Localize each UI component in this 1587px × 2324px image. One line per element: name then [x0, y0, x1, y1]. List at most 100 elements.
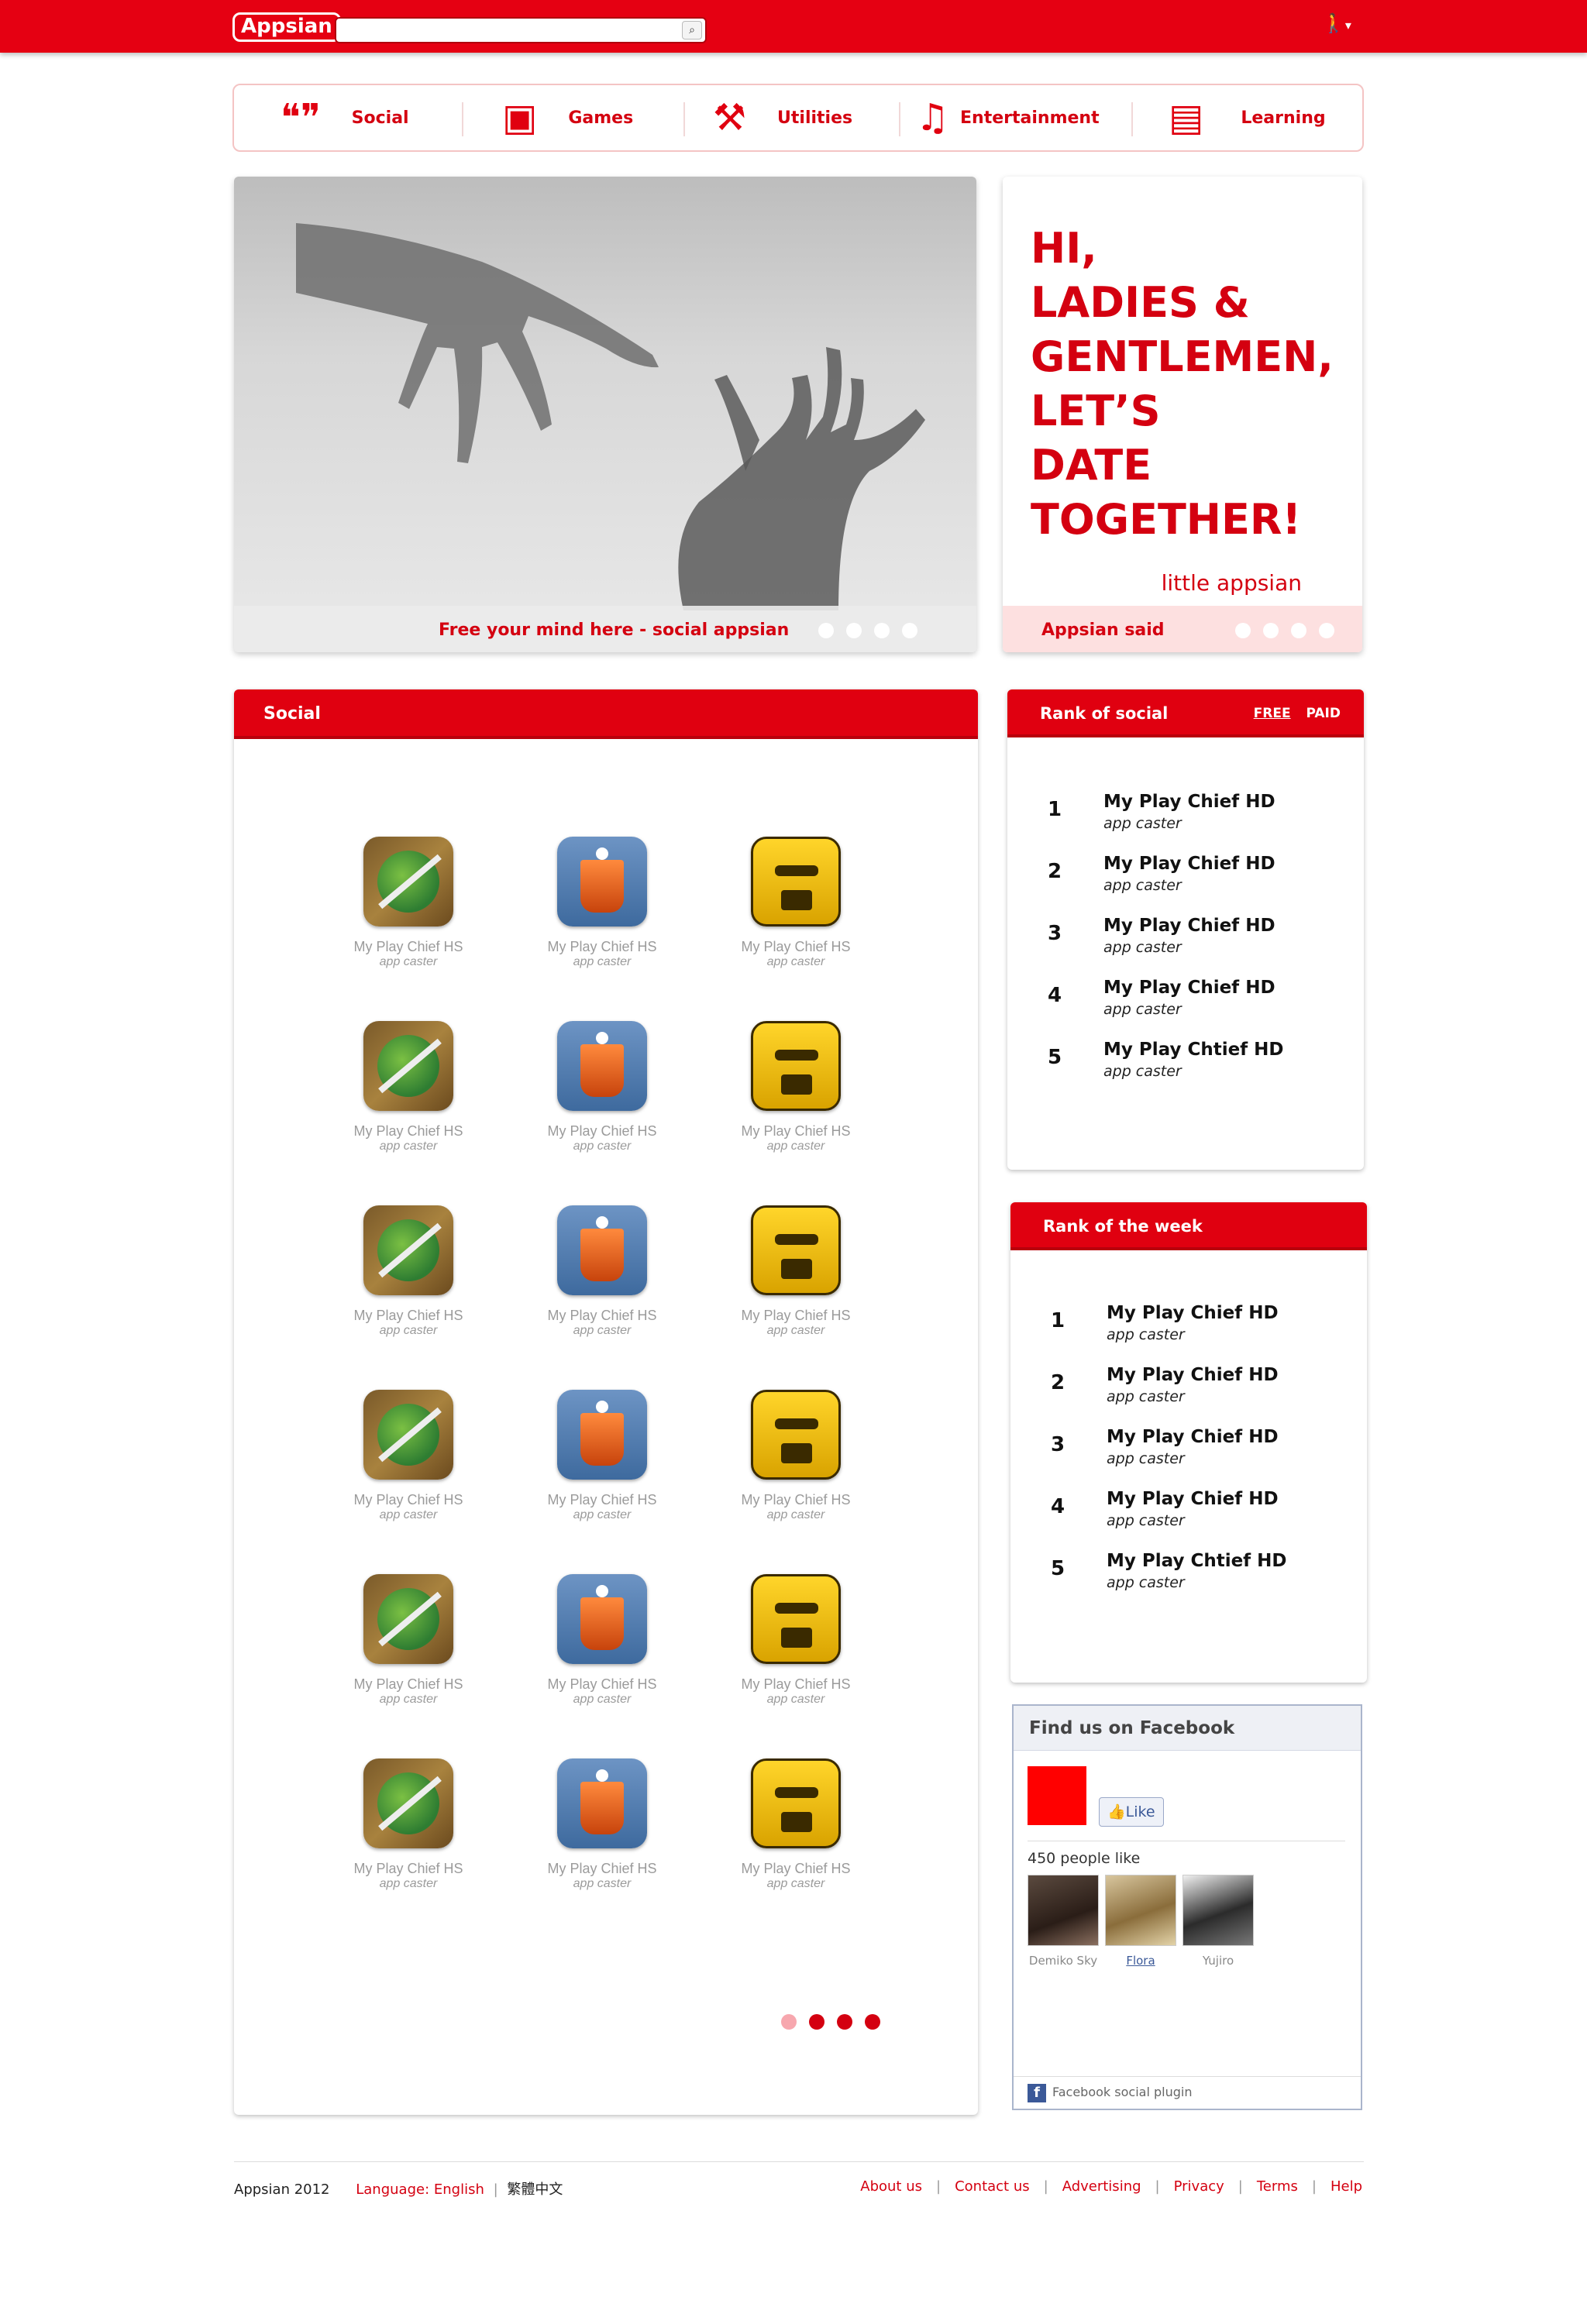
app-tile[interactable]: My Play Chief HS app caster [505, 1574, 699, 1758]
paper-toss-icon[interactable] [557, 1758, 647, 1848]
app-tile[interactable]: My Play Chief HS app caster [699, 1758, 893, 1943]
tab-free[interactable]: FREE [1254, 706, 1291, 721]
rank-item[interactable]: 2 My Play Chief HD app caster [1007, 854, 1364, 916]
slide-dot[interactable] [1235, 623, 1251, 638]
page-dot[interactable] [865, 2014, 880, 2030]
app-name[interactable]: My Play Chief HS [699, 1123, 893, 1140]
fruit-ninja-icon[interactable] [363, 1205, 453, 1295]
app-name[interactable]: My Play Chief HS [312, 1861, 505, 1877]
app-name[interactable]: My Play Chief HS [505, 1123, 699, 1140]
app-name[interactable]: My Play Chief HS [699, 1861, 893, 1877]
tab-paid[interactable]: PAID [1306, 706, 1341, 721]
rank-item[interactable]: 5 My Play Chtief HD app caster [1010, 1551, 1367, 1613]
fruit-ninja-icon[interactable] [363, 1758, 453, 1848]
app-tile[interactable]: My Play Chief HS app caster [312, 1390, 505, 1574]
rank-app-name[interactable]: My Play Chief HD [1107, 1365, 1279, 1385]
category-entertainment[interactable]: ♫ Entertainment [916, 85, 1100, 150]
temple-run-icon[interactable] [751, 1021, 841, 1111]
page-dot[interactable] [837, 2014, 852, 2030]
category-games[interactable]: ▣ Games [502, 85, 633, 150]
fan[interactable]: Flora [1105, 1875, 1176, 1968]
rank-app-name[interactable]: My Play Chief HD [1103, 978, 1275, 998]
search-icon[interactable]: ⌕ [682, 21, 702, 40]
temple-run-icon[interactable] [751, 1758, 841, 1848]
app-name[interactable]: My Play Chief HS [505, 939, 699, 955]
fruit-ninja-icon[interactable] [363, 1574, 453, 1664]
app-tile[interactable]: My Play Chief HS app caster [312, 1758, 505, 1943]
page-dot[interactable] [809, 2014, 824, 2030]
page-dot[interactable] [781, 2014, 797, 2030]
app-tile[interactable]: My Play Chief HS app caster [312, 837, 505, 1021]
app-tile[interactable]: My Play Chief HS app caster [699, 1205, 893, 1390]
rank-item[interactable]: 1 My Play Chief HD app caster [1010, 1303, 1367, 1365]
fan[interactable]: Demiko Sky [1028, 1875, 1099, 1968]
rank-item[interactable]: 4 My Play Chief HD app caster [1010, 1489, 1367, 1551]
app-tile[interactable]: My Play Chief HS app caster [699, 1021, 893, 1205]
appsian-logo[interactable]: Appsian [232, 12, 341, 42]
app-name[interactable]: My Play Chief HS [699, 1308, 893, 1324]
slide-dot[interactable] [1319, 623, 1334, 638]
slide-dot[interactable] [874, 623, 890, 638]
slide-dot[interactable] [846, 623, 862, 638]
app-name[interactable]: My Play Chief HS [699, 1492, 893, 1508]
app-tile[interactable]: My Play Chief HS app caster [312, 1574, 505, 1758]
temple-run-icon[interactable] [751, 837, 841, 927]
app-tile[interactable]: My Play Chief HS app caster [312, 1205, 505, 1390]
app-tile[interactable]: My Play Chief HS app caster [505, 1758, 699, 1943]
fan[interactable]: Yujiro [1183, 1875, 1254, 1968]
paper-toss-icon[interactable] [557, 1390, 647, 1480]
hero-banner[interactable]: Free your mind here - social appsian [234, 177, 976, 652]
category-learning[interactable]: ▤ Learning [1169, 85, 1326, 150]
app-name[interactable]: My Play Chief HS [505, 1676, 699, 1693]
app-name[interactable]: My Play Chief HS [699, 939, 893, 955]
fan-name[interactable]: Flora [1105, 1954, 1176, 1968]
app-tile[interactable]: My Play Chief HS app caster [505, 1021, 699, 1205]
footer-link[interactable]: Terms [1257, 2178, 1298, 2195]
paper-toss-icon[interactable] [557, 1205, 647, 1295]
rank-app-name[interactable]: My Play Chief HD [1107, 1489, 1279, 1509]
language-label[interactable]: Language: English [356, 2181, 484, 2198]
footer-link[interactable]: Contact us [955, 2178, 1030, 2195]
rank-item[interactable]: 5 My Play Chtief HD app caster [1007, 1040, 1364, 1102]
app-name[interactable]: My Play Chief HS [505, 1308, 699, 1324]
fruit-ninja-icon[interactable] [363, 1021, 453, 1111]
rank-item[interactable]: 3 My Play Chief HD app caster [1010, 1427, 1367, 1489]
temple-run-icon[interactable] [751, 1574, 841, 1664]
page-avatar[interactable] [1028, 1766, 1086, 1825]
category-social[interactable]: ❝❞ Social [281, 85, 409, 150]
rank-app-name[interactable]: My Play Chtief HD [1107, 1551, 1287, 1571]
temple-run-icon[interactable] [751, 1205, 841, 1295]
app-tile[interactable]: My Play Chief HS app caster [699, 837, 893, 1021]
app-tile[interactable]: My Play Chief HS app caster [312, 1021, 505, 1205]
fruit-ninja-icon[interactable] [363, 1390, 453, 1480]
app-name[interactable]: My Play Chief HS [312, 1123, 505, 1140]
user-menu[interactable]: 🚶▾ [1322, 12, 1351, 34]
footer-link[interactable]: Privacy [1174, 2178, 1224, 2195]
footer-link[interactable]: About us [860, 2178, 922, 2195]
paper-toss-icon[interactable] [557, 1574, 647, 1664]
rank-app-name[interactable]: My Play Chief HD [1107, 1427, 1279, 1447]
search-input[interactable] [343, 22, 668, 39]
footer-link[interactable]: Advertising [1062, 2178, 1141, 2195]
rank-app-name[interactable]: My Play Chief HD [1103, 916, 1275, 936]
search-field[interactable]: ⌕ [335, 17, 707, 43]
slide-dot[interactable] [1263, 623, 1279, 638]
rank-item[interactable]: 2 My Play Chief HD app caster [1010, 1365, 1367, 1427]
rank-app-name[interactable]: My Play Chtief HD [1103, 1040, 1284, 1060]
app-name[interactable]: My Play Chief HS [699, 1676, 893, 1693]
temple-run-icon[interactable] [751, 1390, 841, 1480]
slide-dot[interactable] [902, 623, 917, 638]
fruit-ninja-icon[interactable] [363, 837, 453, 927]
rank-app-name[interactable]: My Play Chief HD [1107, 1303, 1279, 1323]
rank-app-name[interactable]: My Play Chief HD [1103, 792, 1275, 812]
app-name[interactable]: My Play Chief HS [312, 1308, 505, 1324]
app-name[interactable]: My Play Chief HS [312, 939, 505, 955]
app-tile[interactable]: My Play Chief HS app caster [699, 1390, 893, 1574]
slide-dot[interactable] [1291, 623, 1306, 638]
rank-item[interactable]: 4 My Play Chief HD app caster [1007, 978, 1364, 1040]
like-button[interactable]: 👍Like [1099, 1797, 1164, 1827]
paper-toss-icon[interactable] [557, 1021, 647, 1111]
slide-dot[interactable] [818, 623, 834, 638]
rank-item[interactable]: 1 My Play Chief HD app caster [1007, 792, 1364, 854]
app-tile[interactable]: My Play Chief HS app caster [505, 1205, 699, 1390]
